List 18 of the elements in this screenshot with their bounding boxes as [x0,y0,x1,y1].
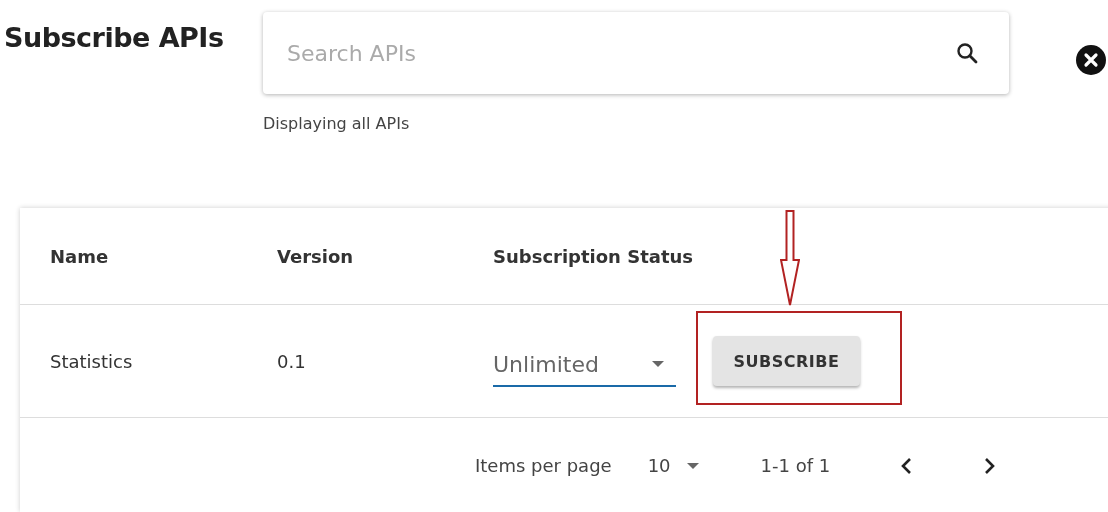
close-icon[interactable] [1076,45,1106,75]
search-icon[interactable] [955,41,979,65]
table-cell-text: 0.1 [277,350,307,372]
page-title: Subscribe APIs [4,22,225,53]
next-page-icon[interactable] [982,456,997,475]
caret-icon [652,361,664,367]
search-field[interactable]: Search APIs [285,39,955,67]
column-header: Name [49,245,110,267]
items-per-page-label: Items per page [475,455,612,476]
tier-dropdown[interactable]: Unlimited [493,343,676,387]
subscribe-button[interactable]: SUBSCRIBE [713,336,860,386]
result-note: Displaying all APIs [263,114,411,133]
column-header: Version [277,245,355,267]
column-header: Subscription Status [493,245,694,267]
caret-icon [686,462,699,469]
table-cell-text: Statistics [49,350,134,372]
page-size-dropdown[interactable]: 10 [647,455,699,476]
page-range: 1-1 of 1 [760,455,831,476]
